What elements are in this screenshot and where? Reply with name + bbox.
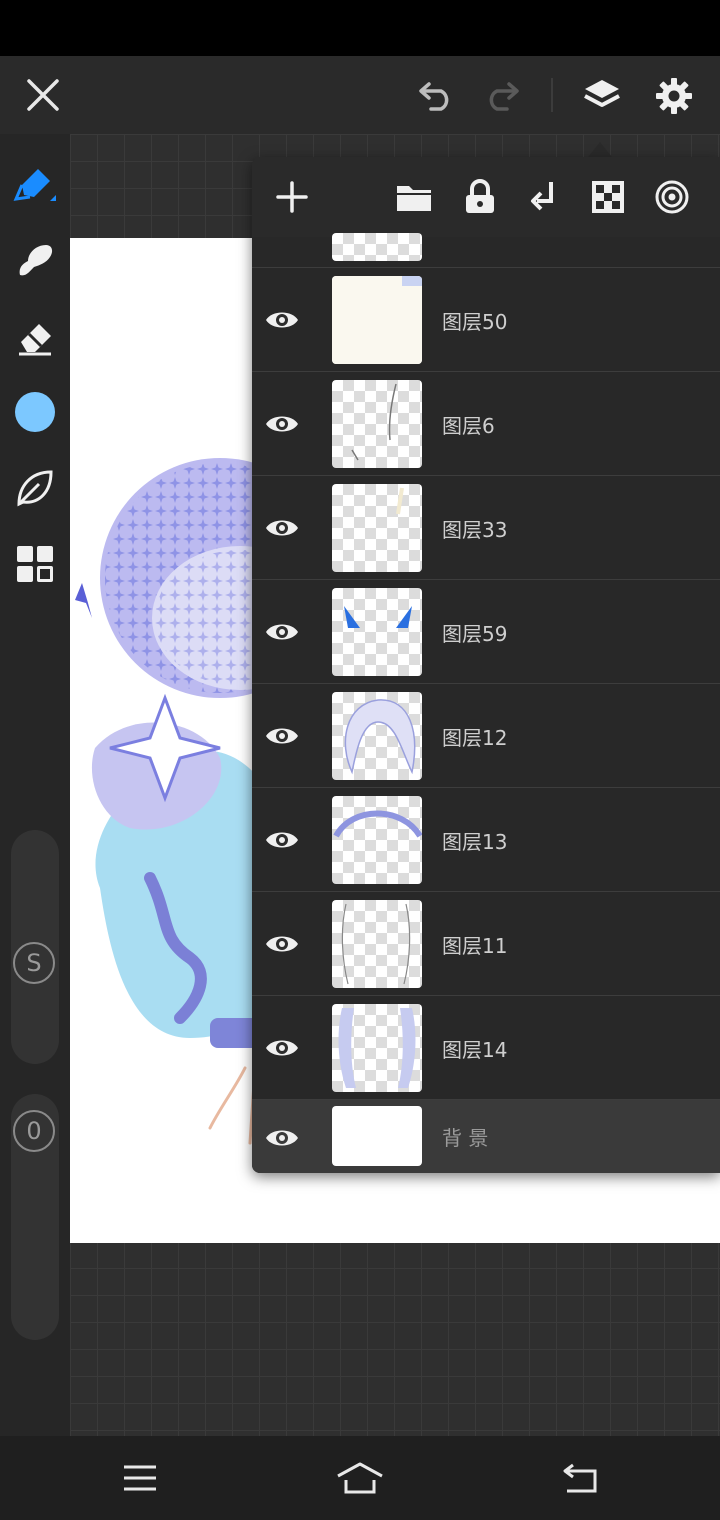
- brush-size-label: S: [26, 949, 42, 977]
- layer-row[interactable]: 图层13: [252, 788, 720, 892]
- layer-name: 图层50: [442, 310, 508, 334]
- pen-icon[interactable]: [0, 154, 70, 214]
- grid-icon[interactable]: [0, 534, 70, 594]
- back-icon[interactable]: [550, 1456, 610, 1500]
- layer-thumbnail: [332, 276, 422, 364]
- layer-thumbnail: [332, 588, 422, 676]
- layer-name: 图层59: [442, 622, 508, 646]
- visibility-eye-icon[interactable]: [264, 508, 300, 548]
- layer-row[interactable]: 图层12: [252, 684, 720, 788]
- layer-thumbnail: [332, 692, 422, 780]
- merge-down-icon[interactable]: [522, 173, 566, 221]
- visibility-eye-icon[interactable]: [264, 404, 300, 444]
- layer-row[interactable]: 图层59: [252, 580, 720, 684]
- layer-row[interactable]: 图层14: [252, 996, 720, 1100]
- visibility-eye-icon[interactable]: [264, 612, 300, 652]
- visibility-eye-icon[interactable]: [264, 300, 300, 340]
- visibility-eye-icon[interactable]: [264, 716, 300, 756]
- undo-icon[interactable]: [412, 70, 462, 120]
- eraser-icon[interactable]: [0, 306, 70, 366]
- layer-thumbnail: [332, 233, 422, 261]
- layer-row[interactable]: 图层50: [252, 268, 720, 372]
- opacity-label: 0: [26, 1117, 42, 1145]
- system-nav-bar: [0, 1436, 720, 1520]
- top-toolbar: [0, 56, 720, 134]
- layer-thumbnail: [332, 796, 422, 884]
- blend-icon[interactable]: [650, 173, 694, 221]
- redo-icon[interactable]: [476, 70, 526, 120]
- panel-pointer: [588, 142, 612, 157]
- layer-thumbnail: [332, 380, 422, 468]
- layer-thumbnail: [332, 1106, 422, 1166]
- layer-name: 图层13: [442, 830, 508, 854]
- layer-name: 图层11: [442, 934, 508, 958]
- leaf-icon[interactable]: [0, 458, 70, 518]
- toolbar-divider: [551, 78, 553, 112]
- layer-thumbnail: [332, 1004, 422, 1092]
- menu-icon[interactable]: [110, 1456, 170, 1500]
- smudge-icon[interactable]: [0, 230, 70, 290]
- layer-name: 图层14: [442, 1038, 508, 1062]
- layer-name: 图层33: [442, 518, 508, 542]
- brush-size-knob[interactable]: S: [13, 942, 55, 984]
- layer-thumbnail: [332, 900, 422, 988]
- layer-row[interactable]: 图层33: [252, 476, 720, 580]
- close-icon[interactable]: [18, 70, 68, 120]
- home-icon[interactable]: [330, 1456, 390, 1500]
- layer-row[interactable]: 图层6: [252, 372, 720, 476]
- lock-icon[interactable]: [458, 173, 502, 221]
- add-icon[interactable]: [270, 173, 314, 221]
- folder-icon[interactable]: [392, 173, 436, 221]
- layer-name: 图层12: [442, 726, 508, 750]
- color-swatch[interactable]: [0, 382, 70, 442]
- left-toolbar: S 0: [0, 134, 70, 1436]
- gear-icon[interactable]: [648, 70, 700, 122]
- layer-row-background[interactable]: 背 景: [252, 1100, 720, 1173]
- status-bar: [0, 0, 720, 56]
- visibility-eye-icon[interactable]: [264, 1028, 300, 1068]
- layer-thumbnail: [332, 484, 422, 572]
- layers-panel: 图层50 图层6 图层33 图层59 图层12 图层13 图层11 图层14 背: [252, 157, 720, 1173]
- layer-row[interactable]: 图层11: [252, 892, 720, 996]
- layers-toolbar: [252, 157, 720, 237]
- layer-name: 背 景: [442, 1126, 489, 1150]
- visibility-eye-icon[interactable]: [264, 924, 300, 964]
- layer-name: 图层6: [442, 414, 495, 438]
- layers-icon[interactable]: [576, 70, 628, 122]
- transparency-icon[interactable]: [586, 173, 630, 221]
- opacity-knob[interactable]: 0: [13, 1110, 55, 1152]
- visibility-eye-icon[interactable]: [264, 820, 300, 860]
- layer-row-partial[interactable]: [252, 233, 720, 268]
- visibility-eye-icon[interactable]: [264, 1118, 300, 1158]
